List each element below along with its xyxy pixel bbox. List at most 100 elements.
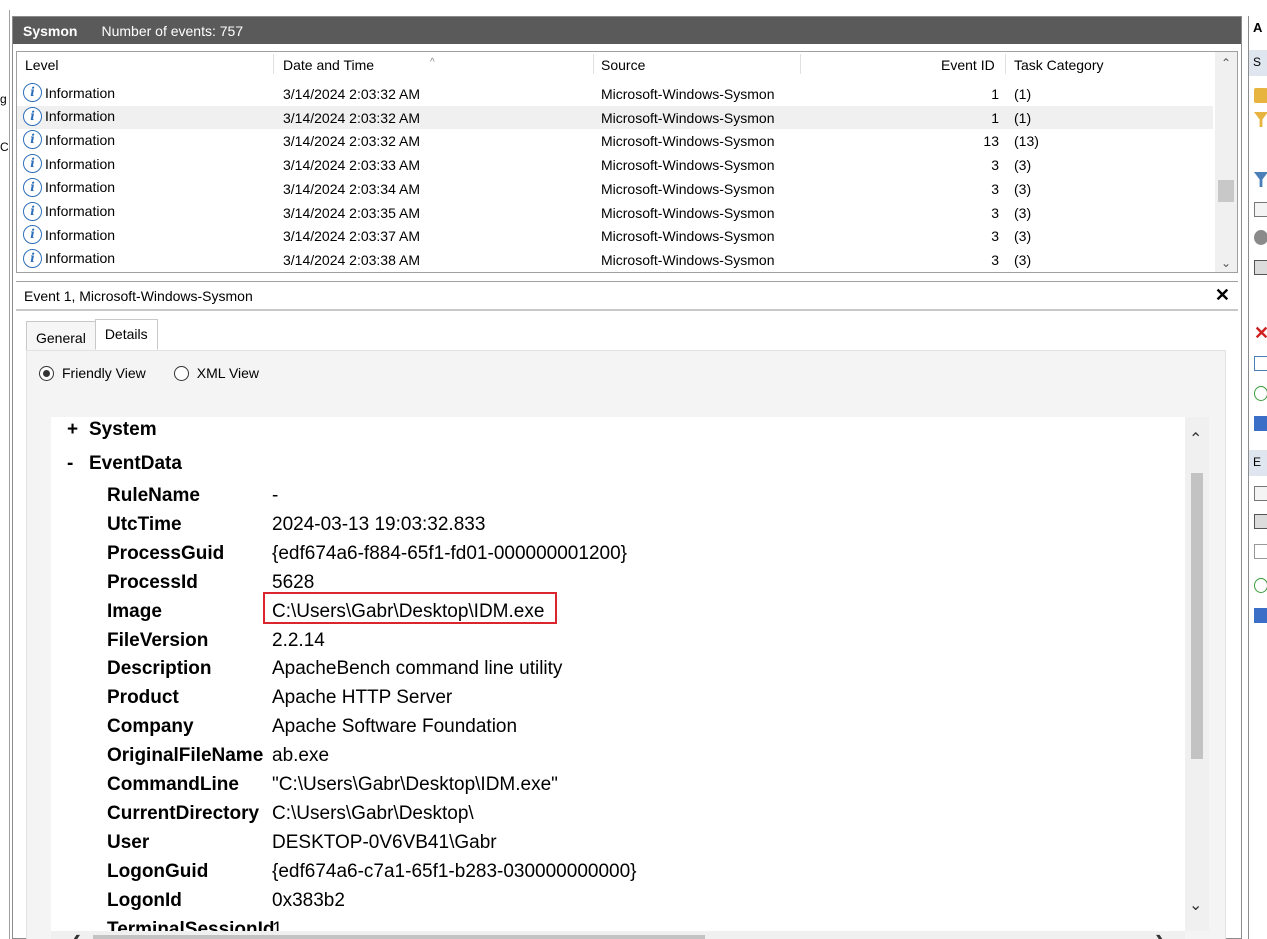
radio-checked-icon[interactable] — [39, 365, 54, 381]
column-header-date-time[interactable]: Date and Time — [283, 57, 374, 73]
actions-group-header[interactable]: S — [1249, 50, 1267, 76]
event-id-cell: 3 — [991, 180, 999, 197]
left-pane-fragment: C — [0, 140, 8, 154]
details-horizontal-scrollbar[interactable]: ❮ ❯ — [51, 931, 1185, 939]
info-icon: i — [23, 201, 42, 221]
field-value[interactable]: 1 — [272, 919, 283, 932]
events-vertical-scrollbar[interactable]: ⌃ ⌄ — [1215, 52, 1237, 272]
delete-icon[interactable]: ✕ — [1254, 324, 1267, 342]
field-key: CurrentDirectory — [107, 802, 260, 824]
level-text: Information — [45, 155, 116, 172]
tab-general[interactable]: General — [26, 321, 96, 350]
field-value[interactable]: 0x383b2 — [272, 890, 345, 912]
field-value[interactable]: 2024-03-13 19:03:32.833 — [272, 514, 485, 536]
level-text: Information — [45, 131, 116, 148]
save-icon[interactable] — [1254, 260, 1267, 275]
scroll-down-icon[interactable]: ⌄ — [1215, 256, 1237, 270]
event-viewer-main-panel: Sysmon Number of events: 757 Level Date … — [12, 16, 1242, 939]
friendly-view-radio[interactable]: Friendly View — [39, 365, 146, 381]
table-row[interactable]: i Information 3/14/2024 2:03:37 AM Microsof… — [17, 224, 1213, 248]
xml-view-radio[interactable]: XML View — [173, 365, 259, 381]
tab-details[interactable]: Details — [94, 319, 158, 350]
task-category-cell: (3) — [1014, 157, 1032, 174]
save-event-icon[interactable] — [1254, 514, 1267, 529]
field-value[interactable]: 5628 — [272, 572, 314, 594]
refresh-icon[interactable] — [1254, 386, 1267, 401]
xml-view-label[interactable]: XML View — [197, 365, 259, 381]
column-header-event-id[interactable]: Event ID — [941, 57, 995, 73]
scroll-up-icon[interactable]: ⌃ — [1215, 56, 1237, 70]
field-value[interactable]: C:\Users\Gabr\Desktop\ — [272, 803, 474, 825]
column-header-source[interactable]: Source — [601, 57, 645, 73]
field-value[interactable]: Apache Software Foundation — [272, 716, 517, 738]
field-value[interactable]: ab.exe — [272, 745, 329, 767]
field-key: FileVersion — [107, 629, 209, 651]
field-key: UtcTime — [107, 513, 182, 535]
column-header-task-category[interactable]: Task Category — [1014, 57, 1103, 73]
scroll-thumb[interactable] — [1191, 473, 1203, 759]
field-value[interactable]: - — [272, 485, 278, 507]
field-value[interactable]: {edf674a6-c7a1-65f1-b283-030000000000} — [272, 861, 637, 883]
field-key: RuleName — [107, 485, 200, 506]
info-icon: i — [23, 177, 42, 197]
chevron-up-icon[interactable]: ⌃ — [1189, 429, 1202, 449]
filter-icon[interactable] — [1254, 112, 1267, 127]
actions-group-header[interactable]: E — [1249, 450, 1267, 476]
field-value[interactable]: "C:\Users\Gabr\Desktop\IDM.exe" — [272, 774, 558, 796]
info-icon: i — [23, 248, 42, 268]
table-row[interactable]: i Information 3/14/2024 2:03:33 AM Microsof… — [17, 153, 1213, 177]
column-header-level[interactable]: Level — [25, 57, 58, 73]
image-highlight-box — [263, 592, 557, 624]
field-value[interactable]: {edf674a6-f884-65f1-fd01-000000001200} — [272, 543, 627, 565]
field-key: LogonId — [107, 889, 182, 911]
field-value[interactable]: Apache HTTP Server — [272, 687, 452, 709]
table-row[interactable]: i Information 3/14/2024 2:03:32 AM Microsof… — [17, 82, 1213, 106]
field-value[interactable]: ApacheBench command line utility — [272, 658, 562, 680]
level-text: Information — [45, 226, 116, 243]
section-system[interactable]: + System — [67, 419, 157, 441]
field-key: TerminalSessionId — [107, 918, 275, 932]
scroll-thumb[interactable] — [93, 935, 705, 939]
scroll-thumb[interactable] — [1218, 180, 1234, 202]
event-id-cell: 3 — [991, 251, 999, 268]
field-key: OriginalFileName — [107, 745, 264, 767]
section-eventdata[interactable]: - EventData — [67, 453, 182, 475]
collapse-toggle[interactable]: - — [67, 453, 89, 475]
field-key: Company — [107, 716, 194, 738]
details-vertical-scrollbar[interactable]: ⌃ ⌄ — [1185, 417, 1209, 931]
help-icon[interactable] — [1254, 608, 1267, 623]
events-grid-header: Level Date and Time ^ Source Event ID Ta… — [17, 52, 1217, 76]
detail-tabs: General Details — [26, 319, 158, 350]
event-properties-icon[interactable] — [1254, 486, 1267, 501]
field-key: LogonGuid — [107, 860, 209, 882]
level-cell: i Information — [23, 154, 116, 174]
table-row[interactable]: i Information 3/14/2024 2:03:32 AM Microsof… — [17, 129, 1213, 153]
actions-pane-edge: A S ✕ E — [1248, 16, 1267, 939]
table-row[interactable]: i Information 3/14/2024 2:03:35 AM Microsof… — [17, 201, 1213, 225]
help-icon[interactable] — [1254, 416, 1267, 431]
expand-toggle[interactable]: + — [67, 419, 89, 441]
open-folder-icon[interactable] — [1254, 88, 1267, 103]
rename-icon[interactable] — [1254, 356, 1267, 371]
field-value[interactable]: 2.2.14 — [272, 630, 325, 652]
properties-icon[interactable] — [1254, 202, 1267, 217]
chevron-right-icon[interactable]: ❯ — [1154, 932, 1167, 939]
copy-icon[interactable] — [1254, 544, 1267, 559]
view-options: Friendly View XML View — [39, 365, 287, 381]
friendly-view-content: + System - EventData RuleName - UtcTime 2024-… — [51, 417, 1185, 931]
close-icon[interactable]: ✕ — [1215, 285, 1230, 306]
radio-unchecked-icon[interactable] — [173, 365, 189, 381]
datetime-cell: 3/14/2024 2:03:34 AM — [283, 180, 420, 197]
find-icon[interactable] — [1254, 230, 1267, 245]
refresh-icon[interactable] — [1254, 578, 1267, 593]
chevron-left-icon[interactable]: ❮ — [69, 932, 82, 939]
filter-log-icon[interactable] — [1254, 172, 1267, 187]
task-category-cell: (1) — [1014, 109, 1032, 126]
chevron-down-icon[interactable]: ⌄ — [1189, 895, 1202, 915]
table-row[interactable]: i Information 3/14/2024 2:03:32 AM Microsof… — [17, 105, 1213, 130]
table-row[interactable]: i Information 3/14/2024 2:03:34 AM Microsof… — [17, 177, 1213, 201]
table-row[interactable]: i Information 3/14/2024 2:03:38 AM Microsof… — [17, 248, 1213, 272]
field-value[interactable]: DESKTOP-0V6VB41\Gabr — [272, 832, 497, 854]
friendly-view-label[interactable]: Friendly View — [62, 365, 146, 381]
log-title-bar: Sysmon Number of events: 757 — [13, 17, 1241, 44]
